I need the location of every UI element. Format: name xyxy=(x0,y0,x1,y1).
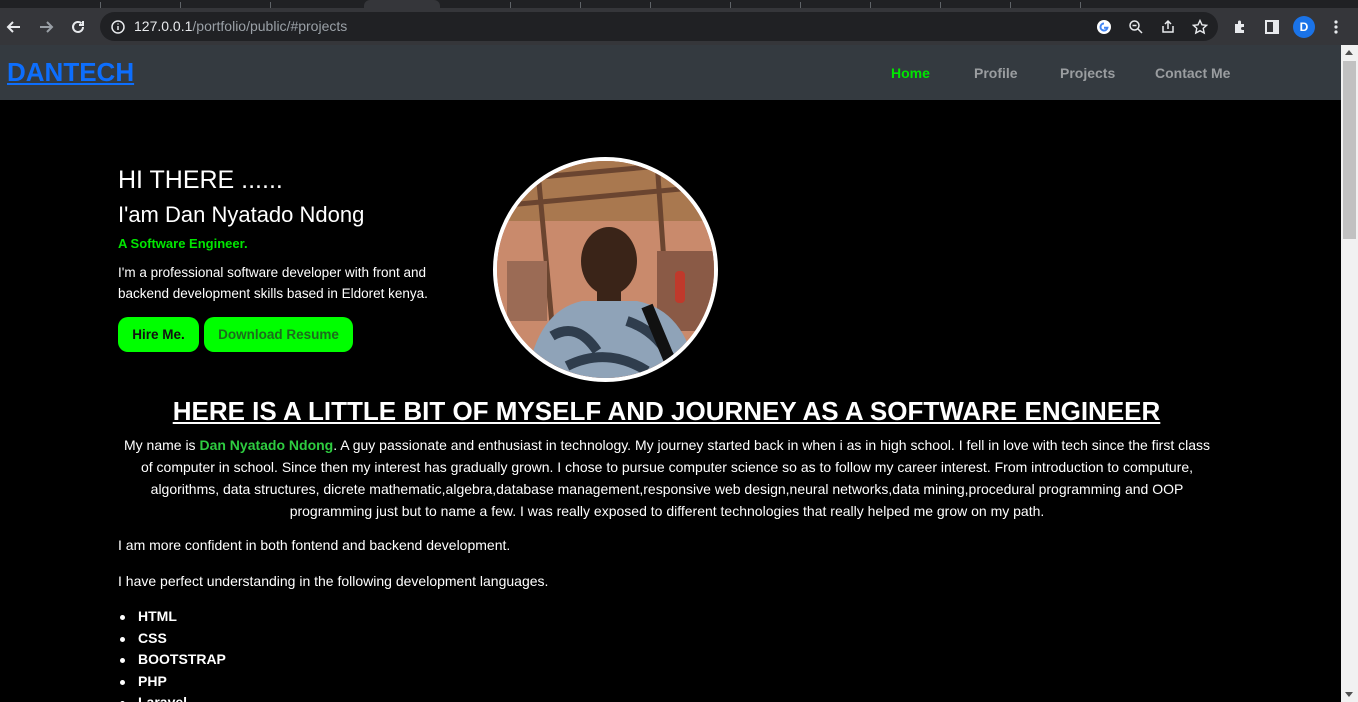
about-paragraph: My name is Dan Nyatado Ndong. A guy pass… xyxy=(118,434,1216,522)
scroll-up-arrow-icon[interactable] xyxy=(1345,50,1353,55)
zoom-icon[interactable] xyxy=(1126,17,1146,37)
forward-arrow-icon[interactable] xyxy=(35,16,57,38)
page-scrollbar[interactable] xyxy=(1341,45,1358,702)
site-info-icon[interactable] xyxy=(108,17,128,37)
languages-intro-text: I have perfect understanding in the foll… xyxy=(118,573,549,589)
profile-photo xyxy=(493,157,718,382)
hero-greeting: HI THERE ...... xyxy=(118,166,283,194)
about-intro-prefix: My name is xyxy=(123,437,200,453)
back-arrow-icon[interactable] xyxy=(3,16,25,38)
about-intro-name: Dan Nyatado Ndong xyxy=(199,437,334,453)
language-item: BOOTSTRAP xyxy=(120,651,226,673)
address-url[interactable]: 127.0.0.1/portfolio/public/#projects xyxy=(134,18,347,34)
nav-contact-link[interactable]: Contact Me xyxy=(1155,65,1230,81)
bookmark-star-icon[interactable] xyxy=(1190,17,1210,37)
address-bar[interactable]: 127.0.0.1/portfolio/public/#projects xyxy=(100,12,1218,41)
scroll-down-arrow-icon[interactable] xyxy=(1345,692,1353,697)
language-item: Laravel xyxy=(120,694,226,702)
hero-description: I'm a professional software developer wi… xyxy=(118,265,428,301)
browser-toolbar: 127.0.0.1/portfolio/public/#projects D xyxy=(0,8,1358,45)
nav-profile-link[interactable]: Profile xyxy=(974,65,1018,81)
nav-projects-link[interactable]: Projects xyxy=(1060,65,1115,81)
menu-kebab-icon[interactable] xyxy=(1325,16,1347,38)
languages-list: HTML CSS BOOTSTRAP PHP Laravel xyxy=(120,608,226,702)
browser-active-tab[interactable] xyxy=(364,0,440,8)
reload-icon[interactable] xyxy=(67,16,89,38)
url-host: 127.0.0.1 xyxy=(134,18,193,34)
google-icon[interactable] xyxy=(1094,17,1114,37)
confidence-text: I am more confident in both fontend and … xyxy=(118,537,511,553)
hero-name: I'am Dan Nyatado Ndong xyxy=(118,202,365,227)
browser-tab-strip xyxy=(0,0,1358,8)
site-navbar: DANTECH Home Profile Projects Contact Me xyxy=(0,45,1341,100)
language-item: CSS xyxy=(120,630,226,652)
extensions-icon[interactable] xyxy=(1229,16,1251,38)
hire-me-button[interactable]: Hire Me. xyxy=(118,317,199,352)
scrollbar-thumb[interactable] xyxy=(1343,61,1356,239)
side-panel-icon[interactable] xyxy=(1261,16,1283,38)
language-item: PHP xyxy=(120,673,226,695)
download-resume-button[interactable]: Download Resume xyxy=(204,317,353,352)
brand-logo-link[interactable]: DANTECH xyxy=(7,57,134,88)
about-title: HERE IS A LITTLE BIT OF MYSELF AND JOURN… xyxy=(172,396,1161,426)
language-item: HTML xyxy=(120,608,226,630)
profile-avatar[interactable]: D xyxy=(1293,16,1315,38)
share-icon[interactable] xyxy=(1158,17,1178,37)
url-path: /portfolio/public/#projects xyxy=(192,18,348,34)
hero-role: A Software Engineer. xyxy=(118,236,248,251)
nav-home-link[interactable]: Home xyxy=(891,65,930,81)
